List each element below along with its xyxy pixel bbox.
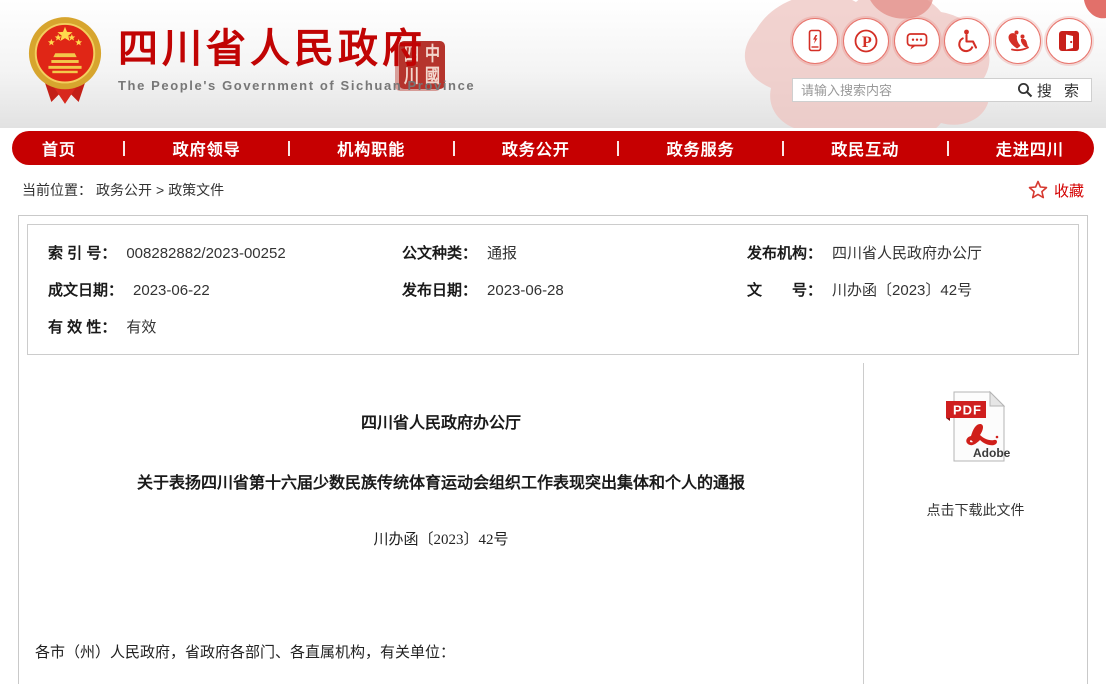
pdf-file-icon[interactable]: PDF Adobe (940, 387, 1012, 470)
meta-row: 索 引 号： 008282882/2023-00252 公文种类： 通报 发布机… (48, 235, 1078, 272)
adobe-label: Adobe (973, 446, 1011, 460)
nav-separator (288, 141, 290, 156)
nav-separator (782, 141, 784, 156)
message-icon[interactable] (894, 18, 940, 64)
nav-separator (617, 141, 619, 156)
download-sidebar: PDF Adobe 点击下载此文件 (863, 363, 1087, 684)
breadcrumb-prefix: 当前位置： (22, 180, 92, 200)
map-corner-fragment (1080, 0, 1106, 20)
search-button[interactable]: 搜 索 (1009, 79, 1091, 101)
site-header: 四川省人民政府 The People's Government of Sichu… (0, 0, 1106, 128)
meta-written-date: 成文日期： 2023-06-22 (48, 272, 402, 309)
nav-separator (453, 141, 455, 156)
header-right: P (792, 18, 1092, 102)
search-icon (1017, 82, 1033, 98)
breadcrumb-link-openness[interactable]: 政务公开 (96, 180, 152, 200)
brand-text: 四川省人民政府 The People's Government of Sichu… (118, 14, 475, 93)
search-button-label: 搜 索 (1037, 80, 1083, 101)
nav-item-leaders[interactable]: 政府领导 (173, 136, 241, 160)
care-icon[interactable] (995, 18, 1041, 64)
mobile-icon[interactable] (792, 18, 838, 64)
breadcrumb: 当前位置： 政务公开 > 政策文件 (22, 180, 224, 200)
nav-item-interaction[interactable]: 政民互动 (831, 136, 899, 160)
star-icon (1028, 180, 1048, 200)
meta-doc-number: 文 号： 川办函〔2023〕42号 (747, 272, 1078, 309)
nav-item-home[interactable]: 首页 (42, 136, 76, 160)
document-number: 川办函〔2023〕42号 (19, 529, 863, 551)
favorite-label: 收藏 (1054, 180, 1084, 201)
nav-separator (947, 141, 949, 156)
national-emblem-logo (26, 14, 104, 108)
site-brand: 四川省人民政府 The People's Government of Sichu… (26, 14, 475, 108)
meta-validity: 有 效 性： 有效 (48, 309, 402, 346)
site-subtitle: The People's Government of Sichuan Provi… (118, 78, 475, 93)
quick-access-icons: P (792, 18, 1092, 64)
meta-issuing-agency: 发布机构： 四川省人民政府办公厅 (747, 235, 1078, 272)
meta-publish-date: 发布日期： 2023-06-28 (402, 272, 747, 309)
nav-separator (123, 141, 125, 156)
document-container: 索 引 号： 008282882/2023-00252 公文种类： 通报 发布机… (18, 215, 1088, 684)
main-nav: 首页 政府领导 机构职能 政务公开 政务服务 政民互动 走进四川 (12, 131, 1094, 165)
meta-row: 成文日期： 2023-06-22 发布日期： 2023-06-28 文 号： 川… (48, 272, 1078, 309)
breadcrumb-row: 当前位置： 政务公开 > 政策文件 收藏 (0, 165, 1106, 215)
nav-item-about-sichuan[interactable]: 走进四川 (996, 136, 1064, 160)
nav-item-functions[interactable]: 机构职能 (337, 136, 405, 160)
search-bar: 搜 索 (792, 78, 1092, 102)
pdf-badge-label: PDF (953, 403, 982, 418)
svg-text:P: P (862, 34, 872, 51)
meta-doc-type: 公文种类： 通报 (402, 235, 747, 272)
document-meta-table: 索 引 号： 008282882/2023-00252 公文种类： 通报 发布机… (27, 224, 1079, 355)
door-icon[interactable] (1046, 18, 1092, 64)
meta-index-number: 索 引 号： 008282882/2023-00252 (48, 235, 402, 272)
document-title: 关于表扬四川省第十六届少数民族传统体育运动会组织工作表现突出集体和个人的通报 (19, 473, 863, 495)
meta-row: 有 效 性： 有效 (48, 309, 1078, 346)
page: 四川省人民政府 The People's Government of Sichu… (0, 0, 1106, 684)
breadcrumb-separator: > (156, 182, 164, 198)
document-org-title: 四川省人民政府办公厅 (19, 413, 863, 435)
search-input[interactable] (793, 79, 1009, 101)
p-badge-icon[interactable]: P (843, 18, 889, 64)
nav-item-openness[interactable]: 政务公开 (502, 136, 570, 160)
nav-item-services[interactable]: 政务服务 (667, 136, 735, 160)
document-body: 四川省人民政府办公厅 关于表扬四川省第十六届少数民族传统体育运动会组织工作表现突… (19, 363, 863, 684)
breadcrumb-link-policy-files[interactable]: 政策文件 (168, 180, 224, 200)
download-link[interactable]: 点击下载此文件 (927, 500, 1025, 520)
site-title: 四川省人民政府 (118, 26, 475, 72)
favorite-button[interactable]: 收藏 (1028, 180, 1084, 201)
wheelchair-icon[interactable] (944, 18, 990, 64)
document-salutation: 各市（州）人民政府，省政府各部门、各直属机构，有关单位： (19, 641, 863, 662)
content-row: 四川省人民政府办公厅 关于表扬四川省第十六届少数民族传统体育运动会组织工作表现突… (19, 363, 1087, 684)
